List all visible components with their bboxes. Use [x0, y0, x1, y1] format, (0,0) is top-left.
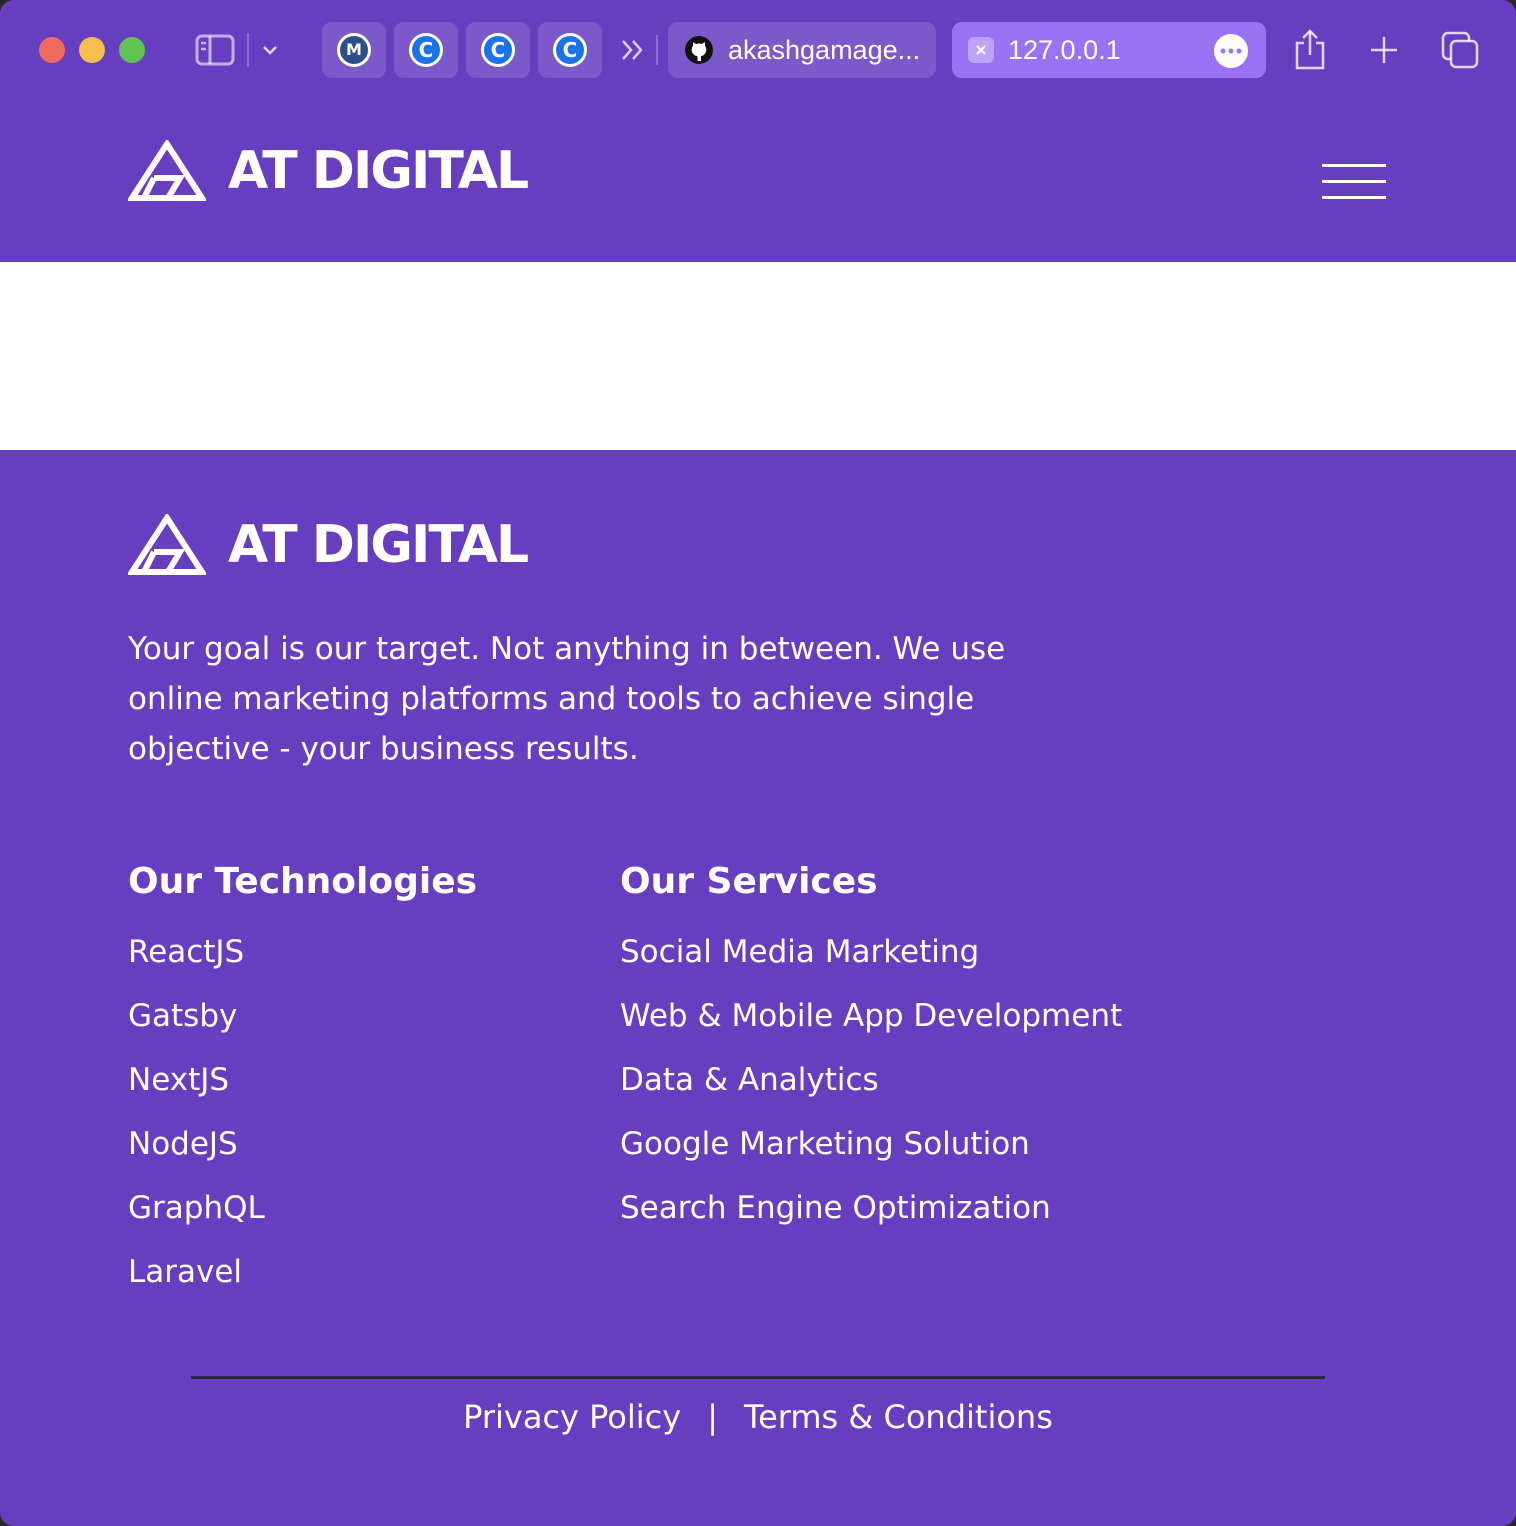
pinned-tab[interactable]: C — [466, 22, 530, 78]
minimize-window-button[interactable] — [79, 37, 105, 63]
technologies-column: Our Technologies ReactJS Gatsby NextJS N… — [128, 860, 477, 1318]
footer-logo[interactable]: AT DIGITAL — [128, 514, 529, 576]
sidebar-menu-button[interactable] — [256, 36, 284, 64]
menu-button[interactable] — [1322, 160, 1388, 204]
double-chevron-right-icon — [622, 40, 643, 60]
plus-icon — [1371, 37, 1397, 63]
footer-divider — [191, 1376, 1325, 1379]
footer-tagline: Your goal is our target. Not anything in… — [128, 631, 1006, 767]
c-site-icon: C — [409, 33, 443, 67]
tab-title: akashgamage... — [727, 34, 920, 65]
service-link[interactable]: Search Engine Optimization — [620, 1190, 1122, 1254]
close-tab-button[interactable] — [968, 37, 994, 63]
tab-github[interactable]: akashgamage... — [668, 22, 936, 78]
toolbar-separator — [247, 33, 249, 67]
browser-toolbar: M C C C akashgamage... 127.0.0.1 — [0, 0, 1516, 100]
logo-text: AT DIGITAL — [228, 141, 529, 201]
technology-link[interactable]: NodeJS — [128, 1126, 477, 1190]
logo-mark-icon — [128, 514, 206, 575]
tab-options-button[interactable] — [1214, 34, 1248, 68]
technologies-heading: Our Technologies — [128, 861, 478, 902]
more-tabs-button[interactable] — [616, 32, 650, 68]
tab-active[interactable]: 127.0.0.1 — [952, 22, 1266, 78]
logo-text: AT DIGITAL — [228, 515, 529, 575]
services-column: Our Services Social Media Marketing Web … — [620, 860, 1122, 1254]
chevron-down-icon — [263, 46, 277, 55]
tab-title: 127.0.0.1 — [1008, 34, 1121, 65]
logo-mark-icon — [128, 140, 206, 201]
tab-overview-button[interactable] — [1438, 28, 1482, 72]
sidebar-icon — [195, 34, 235, 66]
technology-link[interactable]: ReactJS — [128, 934, 477, 998]
legal-links: Privacy Policy | Terms & Conditions — [0, 1398, 1516, 1436]
privacy-policy-link[interactable]: Privacy Policy — [463, 1398, 681, 1436]
legal-separator: | — [707, 1398, 718, 1436]
services-heading: Our Services — [620, 861, 878, 902]
service-link[interactable]: Data & Analytics — [620, 1062, 1122, 1126]
service-link[interactable]: Google Marketing Solution — [620, 1126, 1122, 1190]
new-tab-button[interactable] — [1364, 30, 1404, 70]
technology-link[interactable]: NextJS — [128, 1062, 477, 1126]
sidebar-toggle-button[interactable] — [190, 28, 240, 72]
technology-link[interactable]: GraphQL — [128, 1190, 477, 1254]
github-icon — [684, 36, 713, 64]
zoom-window-button[interactable] — [119, 37, 145, 63]
hamburger-icon — [1322, 196, 1386, 199]
technology-link[interactable]: Gatsby — [128, 998, 477, 1062]
c-site-icon: C — [481, 33, 515, 67]
browser-window: M C C C akashgamage... 127.0.0.1 AT DIGI… — [0, 0, 1516, 1526]
pinned-tab[interactable]: M — [322, 22, 386, 78]
site-header: AT DIGITAL — [0, 100, 1516, 262]
hamburger-icon — [1322, 180, 1386, 183]
site-footer: AT DIGITAL Your goal is our target. Not … — [0, 450, 1516, 1526]
site-logo[interactable]: AT DIGITAL — [128, 140, 529, 202]
service-link[interactable]: Social Media Marketing — [620, 934, 1122, 998]
maps-icon: M — [337, 33, 371, 67]
terms-conditions-link[interactable]: Terms & Conditions — [744, 1398, 1053, 1436]
technology-link[interactable]: Laravel — [128, 1254, 477, 1318]
close-icon — [976, 45, 986, 55]
hamburger-icon — [1322, 164, 1386, 167]
service-link[interactable]: Web & Mobile App Development — [620, 998, 1122, 1062]
ellipsis-icon — [1220, 48, 1242, 54]
tab-overview-icon — [1441, 31, 1479, 69]
pinned-tab[interactable]: C — [538, 22, 602, 78]
share-button[interactable] — [1290, 26, 1330, 72]
close-window-button[interactable] — [39, 37, 65, 63]
pinned-tab[interactable]: C — [394, 22, 458, 78]
share-icon — [1295, 29, 1325, 70]
c-site-icon: C — [553, 33, 587, 67]
main-content — [0, 262, 1516, 450]
toolbar-separator — [656, 35, 658, 65]
